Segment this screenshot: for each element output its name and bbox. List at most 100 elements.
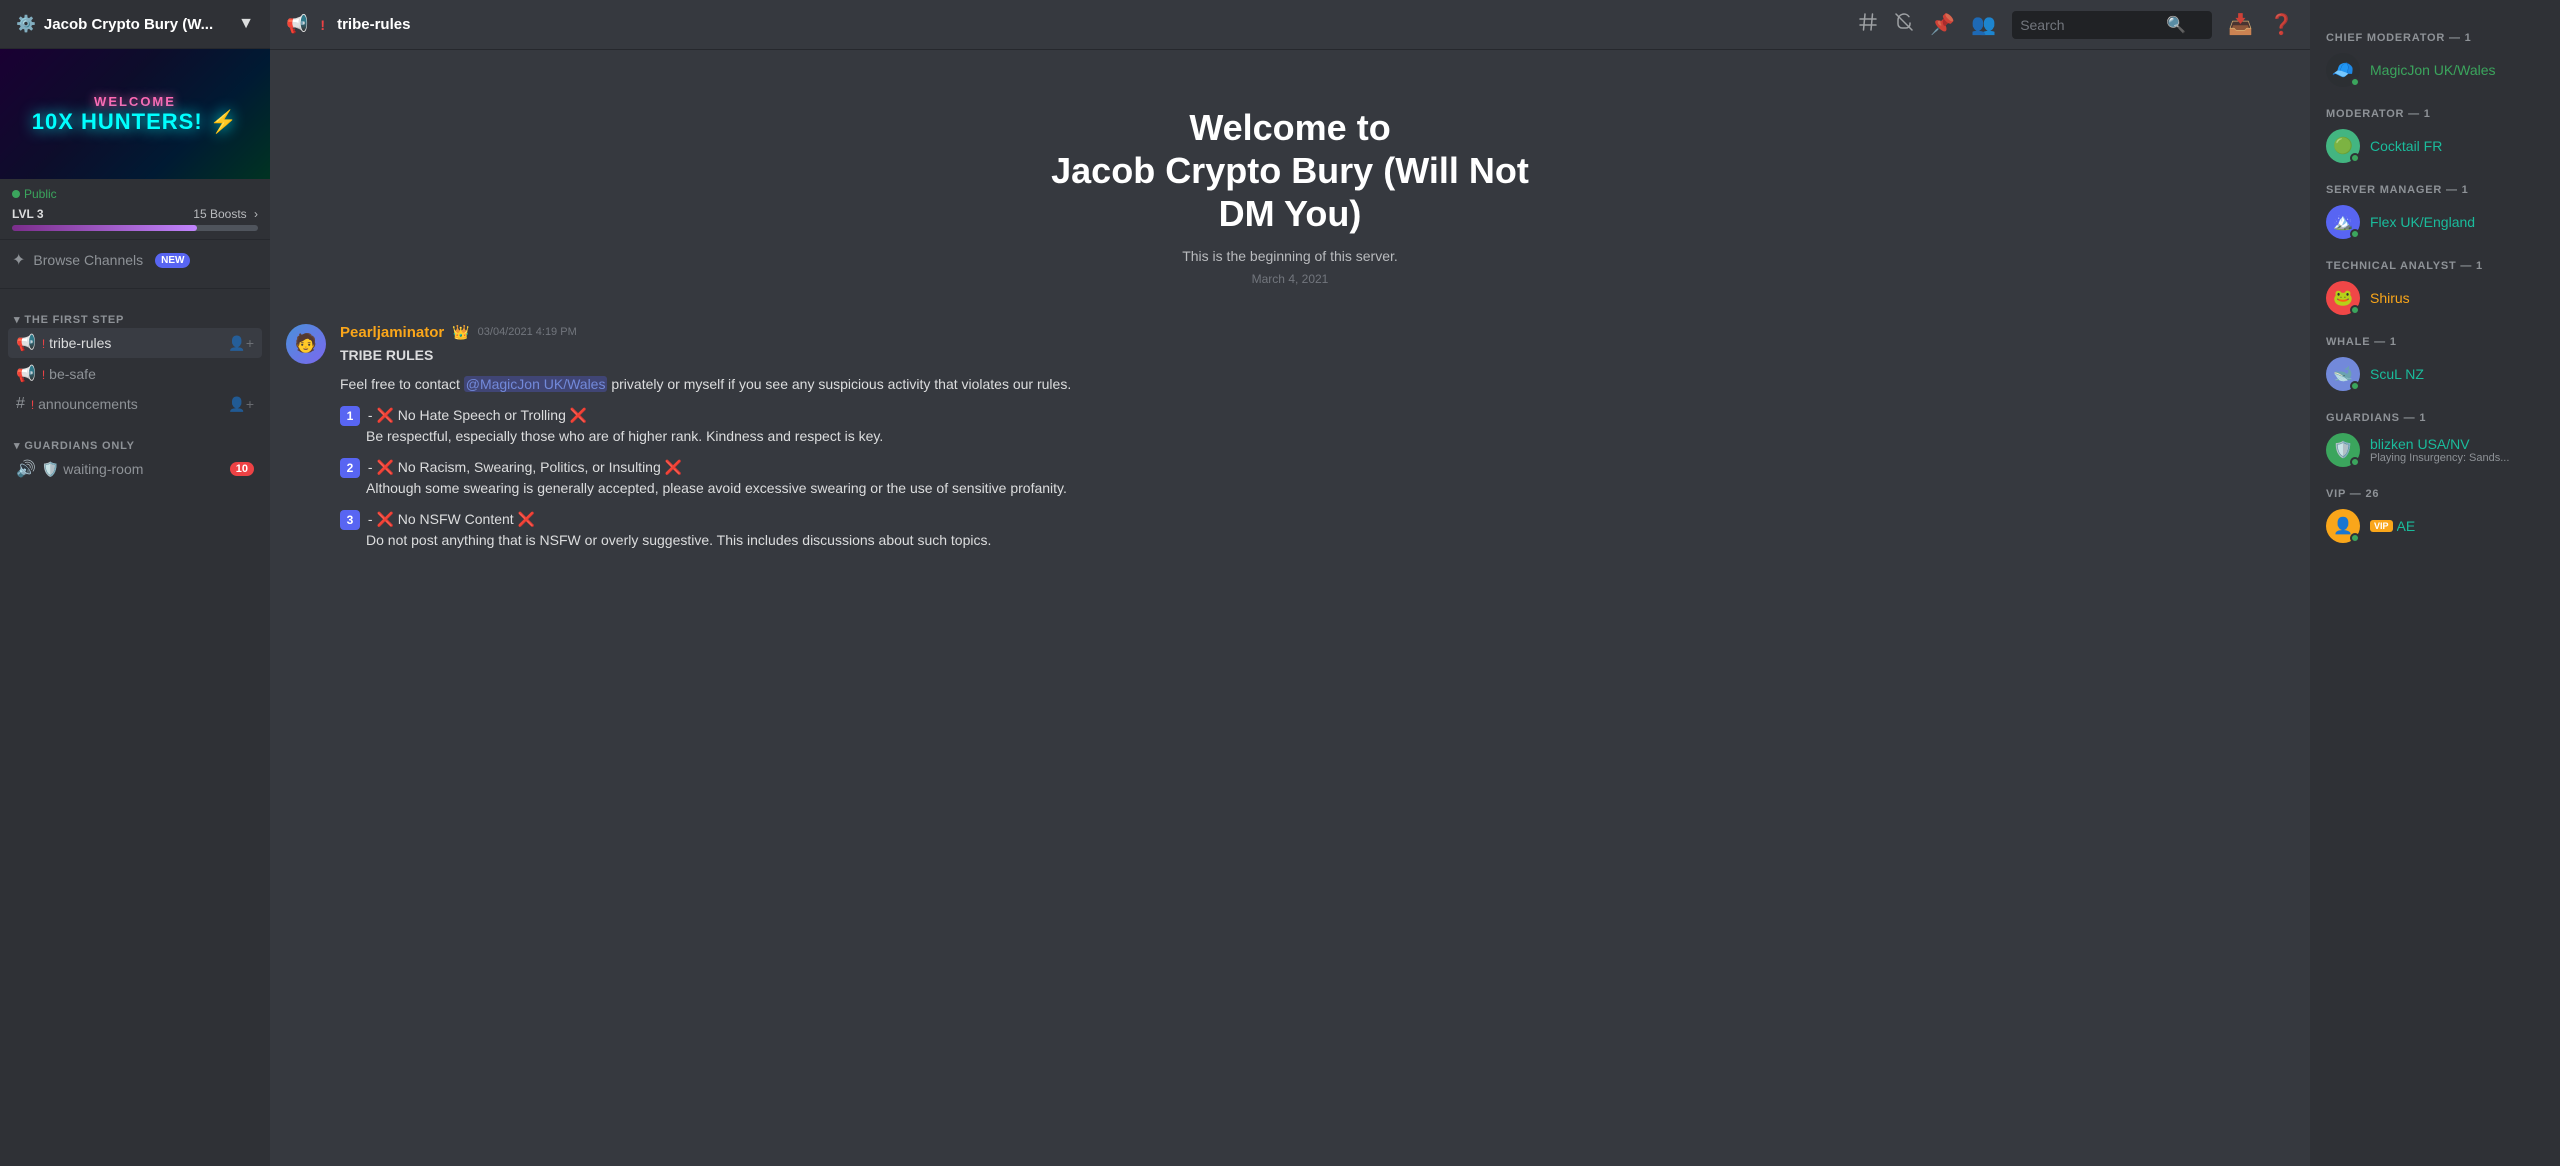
- boost-level: LVL 3: [12, 207, 44, 221]
- search-input[interactable]: [2020, 17, 2160, 33]
- channel-name-waiting-room: 🛡️ waiting-room: [42, 461, 224, 478]
- rule-2-num: 2: [340, 458, 360, 478]
- avatar-blizken: 🛡️: [2326, 433, 2360, 467]
- voice-icon-waiting-room: 🔊: [16, 459, 36, 479]
- member-info-scul: ScuL NZ: [2370, 366, 2544, 382]
- rule-2-title: - ❌ No Racism, Swearing, Politics, or In…: [368, 459, 682, 475]
- new-badge: NEW: [155, 253, 190, 268]
- pin-icon[interactable]: 📌: [1930, 12, 1955, 37]
- vip-badge-ae: VIP: [2370, 520, 2393, 532]
- member-name-magicjon: MagicJon UK/Wales: [2370, 62, 2544, 78]
- online-dot-ae: [2350, 533, 2360, 543]
- channel-header-name: tribe-rules: [337, 16, 410, 33]
- rule-1-body: Be respectful, especially those who are …: [366, 426, 2294, 447]
- inbox-icon[interactable]: 📥: [2228, 12, 2253, 37]
- banner-main-text: 10X HUNTERS! ⚡: [32, 109, 238, 135]
- rule-1-num: 1: [340, 406, 360, 426]
- mention[interactable]: @MagicJon UK/Wales: [464, 376, 608, 392]
- channel-item-announcements[interactable]: # ! announcements 👤+: [8, 390, 262, 418]
- server-header-chevron: ▼: [238, 15, 254, 33]
- search-bar[interactable]: 🔍: [2012, 11, 2212, 39]
- avatar: 🧑: [286, 324, 326, 364]
- member-info-shirus: Shirus: [2370, 290, 2544, 306]
- member-status-blizken: Playing Insurgency: Sands...: [2370, 452, 2544, 464]
- sidebar-right: CHIEF MODERATOR — 1 🧢 MagicJon UK/Wales …: [2310, 0, 2560, 1166]
- welcome-subtitle: This is the beginning of this server.: [306, 248, 2274, 264]
- server-welcome: Welcome to Jacob Crypto Bury (Will Not D…: [286, 66, 2294, 316]
- boost-count: 15 Boosts ›: [193, 207, 258, 221]
- welcome-title: Welcome to Jacob Crypto Bury (Will Not D…: [306, 106, 2274, 236]
- rule-3-num: 3: [340, 510, 360, 530]
- message-header: Pearljaminator 👑 03/04/2021 4:19 PM: [340, 324, 2294, 341]
- browse-channels-icon: ✦: [12, 250, 25, 270]
- announce-icon-tribe-rules: 📢: [16, 333, 36, 353]
- channel-item-waiting-room[interactable]: 🔊 🛡️ waiting-room 10: [8, 454, 262, 484]
- help-icon[interactable]: ❓: [2269, 12, 2294, 37]
- boost-row: LVL 3 15 Boosts ›: [12, 207, 258, 221]
- member-group-whale: WHALE — 1: [2318, 328, 2552, 352]
- rule-1-title: - ❌ No Hate Speech or Trolling ❌: [368, 407, 587, 423]
- member-item-shirus[interactable]: 🐸 Shirus: [2318, 276, 2552, 320]
- banner-welcome-text: WELCOME: [32, 94, 238, 109]
- channel-header-announce-icon: 📢: [286, 14, 308, 35]
- avatar-scul: 🐋: [2326, 357, 2360, 391]
- channel-name-be-safe: ! be-safe: [42, 366, 254, 382]
- message-author: Pearljaminator: [340, 324, 444, 341]
- banner-content: WELCOME 10X HUNTERS! ⚡: [32, 94, 238, 135]
- rule-3-body: Do not post anything that is NSFW or ove…: [366, 530, 2294, 551]
- channel-group-label-guardians[interactable]: ▾ GUARDIANS ONLY: [8, 439, 262, 452]
- add-user-icon-announcements[interactable]: 👤+: [228, 396, 254, 413]
- add-user-icon-tribe-rules[interactable]: 👤+: [228, 335, 254, 352]
- member-info-cocktail: Cocktail FR: [2370, 138, 2544, 154]
- member-group-tech-analyst: TECHNICAL ANALYST — 1: [2318, 252, 2552, 276]
- browse-channels-button[interactable]: ✦ Browse Channels NEW: [0, 240, 270, 280]
- rule-1: 1 - ❌ No Hate Speech or Trolling ❌ Be re…: [340, 405, 2294, 447]
- online-dot-shirus: [2350, 305, 2360, 315]
- online-dot-blizken: [2350, 457, 2360, 467]
- member-item-ae[interactable]: 👤 VIP AE: [2318, 504, 2552, 548]
- server-banner: WELCOME 10X HUNTERS! ⚡: [0, 49, 270, 179]
- rule-2-body: Although some swearing is generally acce…: [366, 478, 2294, 499]
- header-actions: 📌 👥 🔍 📥 ❓: [1858, 11, 2294, 39]
- boost-bar: [12, 225, 258, 231]
- public-dot: [12, 190, 20, 198]
- online-dot-cocktail: [2350, 153, 2360, 163]
- server-header[interactable]: ⚙️ Jacob Crypto Bury (W... ▼: [0, 0, 270, 49]
- member-name-blizken: blizken USA/NV: [2370, 436, 2544, 452]
- avatar-ae: 👤: [2326, 509, 2360, 543]
- online-dot-magicjon: [2350, 77, 2360, 87]
- channel-header-alert: !: [320, 17, 325, 33]
- browse-channels-label: Browse Channels: [33, 252, 143, 268]
- channel-item-tribe-rules[interactable]: 📢 ! tribe-rules 👤+: [8, 328, 262, 358]
- member-name-shirus: Shirus: [2370, 290, 2544, 306]
- server-name: Jacob Crypto Bury (W...: [44, 16, 213, 33]
- channel-header: 📢 ! tribe-rules 📌 👥 🔍: [270, 0, 2310, 50]
- message-group: 🧑 Pearljaminator 👑 03/04/2021 4:19 PM TR…: [286, 316, 2294, 569]
- channel-group-label-first-step[interactable]: ▾ THE FIRST STEP: [8, 313, 262, 326]
- avatar-shirus: 🐸: [2326, 281, 2360, 315]
- channel-group-first-step: ▾ THE FIRST STEP 📢 ! tribe-rules 👤+ 📢 ! …: [0, 297, 270, 423]
- bell-slash-icon[interactable]: [1894, 12, 1914, 38]
- member-item-cocktail[interactable]: 🟢 Cocktail FR: [2318, 124, 2552, 168]
- hashtag-icon[interactable]: [1858, 12, 1878, 38]
- member-item-flex[interactable]: 🏔️ Flex UK/England: [2318, 200, 2552, 244]
- message-content: Pearljaminator 👑 03/04/2021 4:19 PM TRIB…: [340, 324, 2294, 561]
- boost-fill: [12, 225, 197, 231]
- channel-groups: ▾ THE FIRST STEP 📢 ! tribe-rules 👤+ 📢 ! …: [0, 297, 270, 489]
- member-item-magicjon[interactable]: 🧢 MagicJon UK/Wales: [2318, 48, 2552, 92]
- online-dot-flex: [2350, 229, 2360, 239]
- member-name-cocktail: Cocktail FR: [2370, 138, 2544, 154]
- member-name-flex: Flex UK/England: [2370, 214, 2544, 230]
- messages-area[interactable]: Welcome to Jacob Crypto Bury (Will Not D…: [270, 50, 2310, 1166]
- channel-item-be-safe[interactable]: 📢 ! be-safe: [8, 359, 262, 389]
- members-icon[interactable]: 👥: [1971, 12, 1996, 37]
- tribe-rules-title: TRIBE RULES: [340, 345, 2294, 366]
- welcome-date: March 4, 2021: [306, 272, 2274, 286]
- hash-icon-announcements: #: [16, 395, 25, 413]
- member-item-blizken[interactable]: 🛡️ blizken USA/NV Playing Insurgency: Sa…: [2318, 428, 2552, 472]
- sidebar-left: ⚙️ Jacob Crypto Bury (W... ▼ WELCOME 10X…: [0, 0, 270, 1166]
- message-timestamp: 03/04/2021 4:19 PM: [478, 326, 577, 338]
- divider: [0, 288, 270, 289]
- member-item-scul[interactable]: 🐋 ScuL NZ: [2318, 352, 2552, 396]
- avatar-flex: 🏔️: [2326, 205, 2360, 239]
